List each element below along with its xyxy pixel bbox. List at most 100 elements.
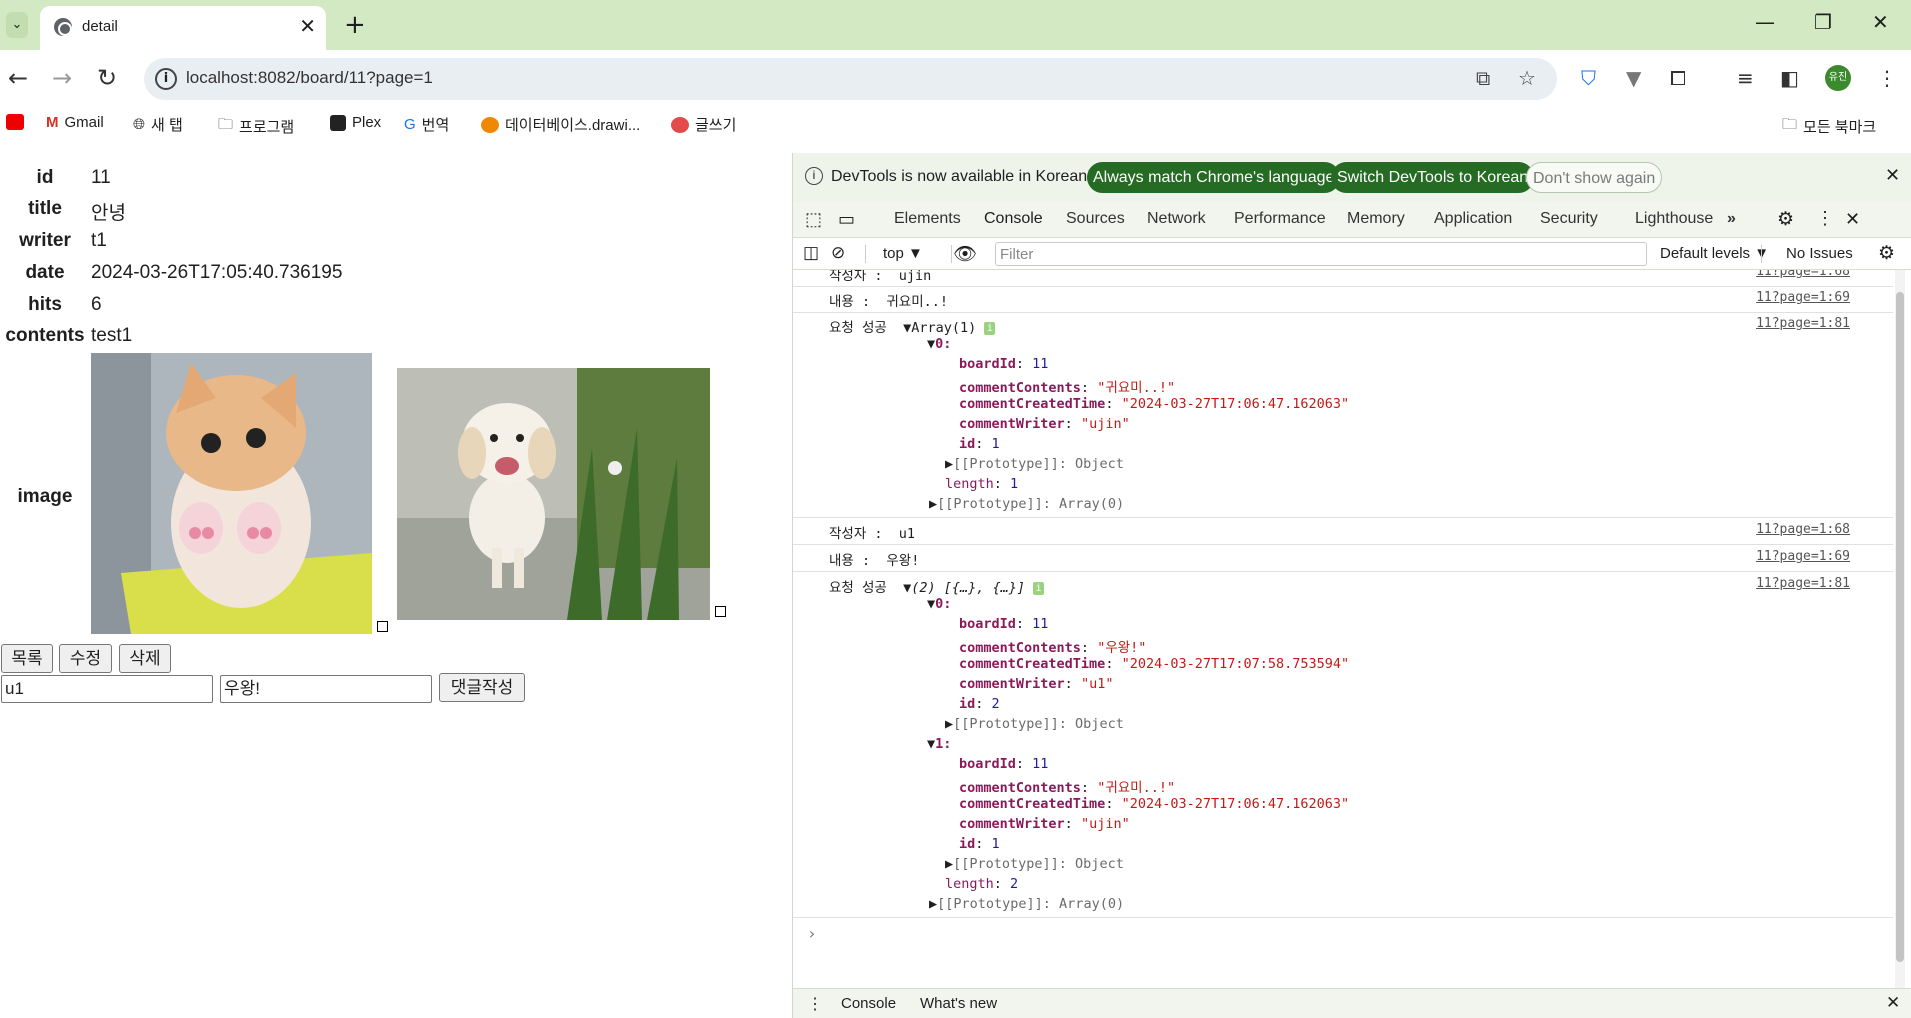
banner-text: DevTools is now available in Korean! [831,168,1092,185]
tab-elements[interactable]: Elements [894,210,961,228]
bookmark-drawio[interactable]: 데이터베이스.drawi... [481,114,640,135]
value-title: 안녕 [91,203,126,224]
close-drawer-icon[interactable]: ✕ [1886,993,1900,1013]
devtools-language-banner: i DevTools is now available in Korean! A… [793,153,1911,202]
close-banner-icon[interactable]: ✕ [1885,165,1900,186]
bookmark-new-tab[interactable]: 🌐︎ 새 탭 [133,114,183,135]
prototype-object[interactable]: ▶[[Prototype]]: Object [945,856,1124,872]
settings-gear-icon[interactable]: ⚙ [1777,208,1794,231]
address-bar[interactable]: i localhost:8082/board/11?page=1 ⧉ ☆ [144,58,1557,100]
tab-security[interactable]: Security [1540,210,1598,228]
site-info-icon[interactable]: i [155,68,177,90]
profile-avatar[interactable]: 유진 [1825,65,1851,91]
forward-arrow-icon[interactable]: → [52,64,72,92]
comment-contents-input[interactable]: 우왕! [220,675,432,703]
source-link[interactable]: 11?page=1:81 [1756,316,1850,331]
tab-application[interactable]: Application [1434,210,1512,228]
image-placeholder-marker [377,621,388,632]
log-levels-dropdown[interactable]: Default levels ▼ [1660,245,1769,262]
bookmark-translate[interactable]: G 번역 [404,114,449,135]
tree-node-1[interactable]: ▼1: [927,736,951,752]
source-link[interactable]: 11?page=1:68 [1756,522,1850,537]
tab-sources[interactable]: Sources [1066,210,1125,228]
source-link[interactable]: 11?page=1:69 [1756,549,1850,564]
bookmark-programs[interactable]: 🗀 프로그램 [218,114,294,139]
more-tabs-chevron-icon[interactable]: » [1727,210,1736,228]
prop-boardId: boardId: 11 [959,356,1049,372]
tab-search-chevron-icon[interactable]: ⌄ [6,12,28,38]
youtube-bookmark[interactable] [6,114,24,130]
source-link[interactable]: 11?page=1:81 [1756,576,1850,591]
bookmark-star-icon[interactable]: ☆ [1518,66,1536,90]
tab-network[interactable]: Network [1147,210,1206,228]
back-arrow-icon[interactable]: ← [8,64,28,92]
edit-button[interactable]: 수정 [59,644,112,673]
globe-icon: 🌐︎ [133,116,146,133]
tab-console[interactable]: Console [984,210,1043,228]
extensions-puzzle-icon[interactable]: ⧠ [1670,66,1686,90]
prototype-object[interactable]: ▶[[Prototype]]: Object [945,456,1124,472]
console-line-array[interactable]: 요청 성공 ▼Array(1) i [829,316,996,336]
comment-write-button[interactable]: 댓글작성 [439,673,525,702]
tab-detail[interactable]: detail ✕ [40,6,326,50]
all-bookmarks[interactable]: 🗀 모든 북마크 [1782,114,1876,139]
new-tab-plus-icon[interactable]: + [344,10,366,40]
device-toolbar-icon[interactable]: ▭ [838,209,855,230]
reload-icon[interactable]: ↻ [97,64,117,92]
console-prompt[interactable]: › [807,924,817,943]
console-scrollbar[interactable] [1895,270,1905,988]
minimize-icon[interactable]: — [1755,10,1775,34]
bookmark-gmail[interactable]: M Gmail [46,114,104,131]
devtools-menu-icon[interactable]: ⋮ [1816,208,1834,229]
console-settings-gear-icon[interactable]: ⚙ [1878,242,1895,265]
prop-commentCreatedTime: commentCreatedTime: "2024-03-27T17:06:47… [959,396,1350,412]
bookmark-write[interactable]: 글쓰기 [671,114,736,135]
console-filter-input[interactable]: Filter [995,242,1647,266]
close-window-icon[interactable]: ✕ [1872,10,1889,34]
console-line-array[interactable]: 요청 성공 ▼(2) [{…}, {…}] i [829,576,1045,596]
tab-memory[interactable]: Memory [1347,210,1405,228]
comment-writer-input[interactable]: u1 [1,675,213,703]
inspect-element-icon[interactable]: ⬚ [805,209,822,230]
drawer-menu-icon[interactable]: ⋮ [807,994,823,1014]
tree-node-0[interactable]: ▼0: [927,336,951,352]
console-line: 내용 : 우왕! [829,553,920,569]
close-tab-icon[interactable]: ✕ [299,14,316,38]
side-panel-icon[interactable]: ◧ [1780,66,1799,90]
close-devtools-icon[interactable]: ✕ [1845,209,1860,230]
shield-extension-icon[interactable]: ⛉ [1581,66,1596,90]
prototype-array[interactable]: ▶[[Prototype]]: Array(0) [929,496,1124,512]
prototype-object[interactable]: ▶[[Prototype]]: Object [945,716,1124,732]
media-control-icon[interactable]: ≡ [1737,66,1754,90]
vue-extension-icon[interactable]: ▼ [1626,66,1641,90]
restore-icon[interactable]: ❐ [1814,10,1832,34]
prototype-array[interactable]: ▶[[Prototype]]: Array(0) [929,896,1124,912]
tab-lighthouse[interactable]: Lighthouse [1635,210,1713,228]
gmail-icon: M [46,114,59,131]
tree-node-0[interactable]: ▼0: [927,596,951,612]
label-id: id [36,167,54,188]
dont-show-again-button[interactable]: Don't show again [1526,162,1663,193]
context-selector[interactable]: top ▼ [883,245,923,262]
drawer-tab-console[interactable]: Console [841,995,896,1012]
source-link[interactable]: 11?page=1:68 [1756,270,1850,279]
divider [793,544,1893,545]
live-expression-eye-icon[interactable]: 👁︎ [953,242,977,266]
source-link[interactable]: 11?page=1:69 [1756,290,1850,305]
switch-to-korean-button[interactable]: Switch DevTools to Korean [1331,162,1535,193]
url-text[interactable]: localhost:8082/board/11?page=1 [186,68,433,88]
translate-icon[interactable]: ⧉ [1476,66,1490,90]
row-title: title 안녕 [0,198,790,226]
drawer-tab-whats-new[interactable]: What's new [920,995,997,1012]
sidebar-toggle-icon[interactable]: ◫ [803,243,819,263]
tab-performance[interactable]: Performance [1234,210,1326,228]
clear-console-icon[interactable]: ⊘ [831,243,845,263]
scrollbar-thumb[interactable] [1896,292,1904,962]
issues-counter[interactable]: No Issues [1786,245,1853,262]
youtube-icon [6,114,24,130]
bookmark-plex[interactable]: Plex [330,114,381,131]
menu-kebab-icon[interactable]: ⋮ [1877,66,1897,90]
delete-button[interactable]: 삭제 [119,644,171,673]
list-button[interactable]: 목록 [1,644,53,673]
always-match-language-button[interactable]: Always match Chrome's language [1087,162,1341,193]
